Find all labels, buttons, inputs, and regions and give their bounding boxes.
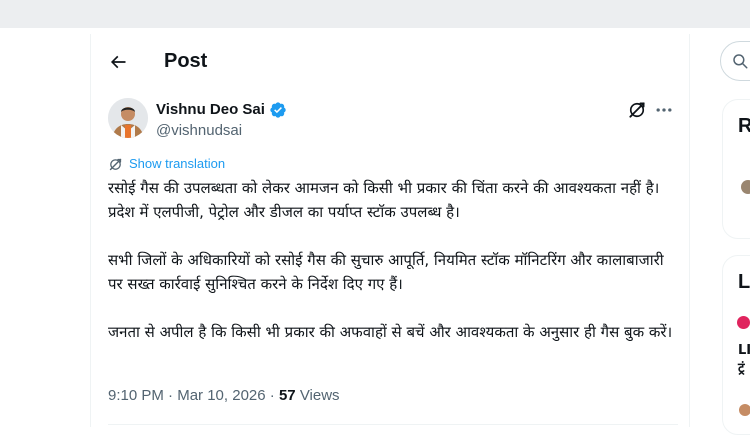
browser-top-bar	[0, 0, 750, 29]
back-button[interactable]	[103, 47, 133, 77]
news-title[interactable]: ट्रं	[738, 360, 745, 378]
sidebar-card-live: Li LI ट्रं	[722, 255, 750, 435]
grok-icon	[629, 102, 645, 118]
divider	[108, 424, 678, 425]
tweet-paragraph: जनता से अपील है कि किसी भी प्रकार की अफव…	[108, 323, 673, 341]
news-source-avatar[interactable]	[739, 404, 750, 416]
sidebar-card-avatar[interactable]	[741, 180, 750, 194]
sidebar-card-heading: R	[738, 114, 750, 138]
views-label: Views	[299, 387, 340, 404]
avatar-image	[108, 98, 148, 138]
tweet-text: रसोई गैस की उपलब्धता को लेकर आमजन को किस…	[108, 176, 678, 368]
author-handle[interactable]: @vishnudsai	[156, 121, 242, 140]
post-date[interactable]: Mar 10, 2026	[177, 387, 265, 404]
sidebar-card-premium: R	[722, 99, 750, 239]
more-options-button[interactable]	[654, 100, 674, 120]
author-name[interactable]: Vishnu Deo Sai	[156, 100, 287, 119]
main-column: Post Vishnu Deo Sai @vishnudsai Show tra…	[90, 34, 690, 427]
grok-button[interactable]	[627, 100, 647, 120]
translate-icon	[109, 158, 122, 170]
news-source-avatar[interactable]	[737, 316, 750, 329]
avatar[interactable]	[108, 98, 148, 138]
tweet-paragraph: सभी जिलों के अधिकारियों को रसोई गैस की स…	[108, 251, 664, 293]
views-count: 57	[278, 387, 296, 404]
page-title: Post	[164, 50, 208, 72]
show-translation-link[interactable]: Show translation	[108, 156, 225, 172]
search-icon	[733, 54, 748, 69]
post-meta: 9:10 PM · Mar 10, 2026 · 57 Views	[108, 386, 340, 406]
show-translation-text: Show translation	[129, 156, 226, 171]
meta-separator: ·	[265, 387, 279, 404]
arrow-left-icon	[110, 55, 126, 69]
more-horizontal-icon	[656, 108, 672, 112]
sidebar-card-heading: Li	[738, 271, 750, 293]
news-title[interactable]: LI	[738, 342, 750, 360]
verified-badge-icon	[270, 101, 286, 118]
tweet-paragraph: रसोई गैस की उपलब्धता को लेकर आमजन को किस…	[108, 179, 660, 221]
meta-separator: ·	[163, 387, 178, 404]
author-name-text: Vishnu Deo Sai	[156, 101, 265, 118]
post-time[interactable]: 9:10 PM	[108, 387, 164, 404]
